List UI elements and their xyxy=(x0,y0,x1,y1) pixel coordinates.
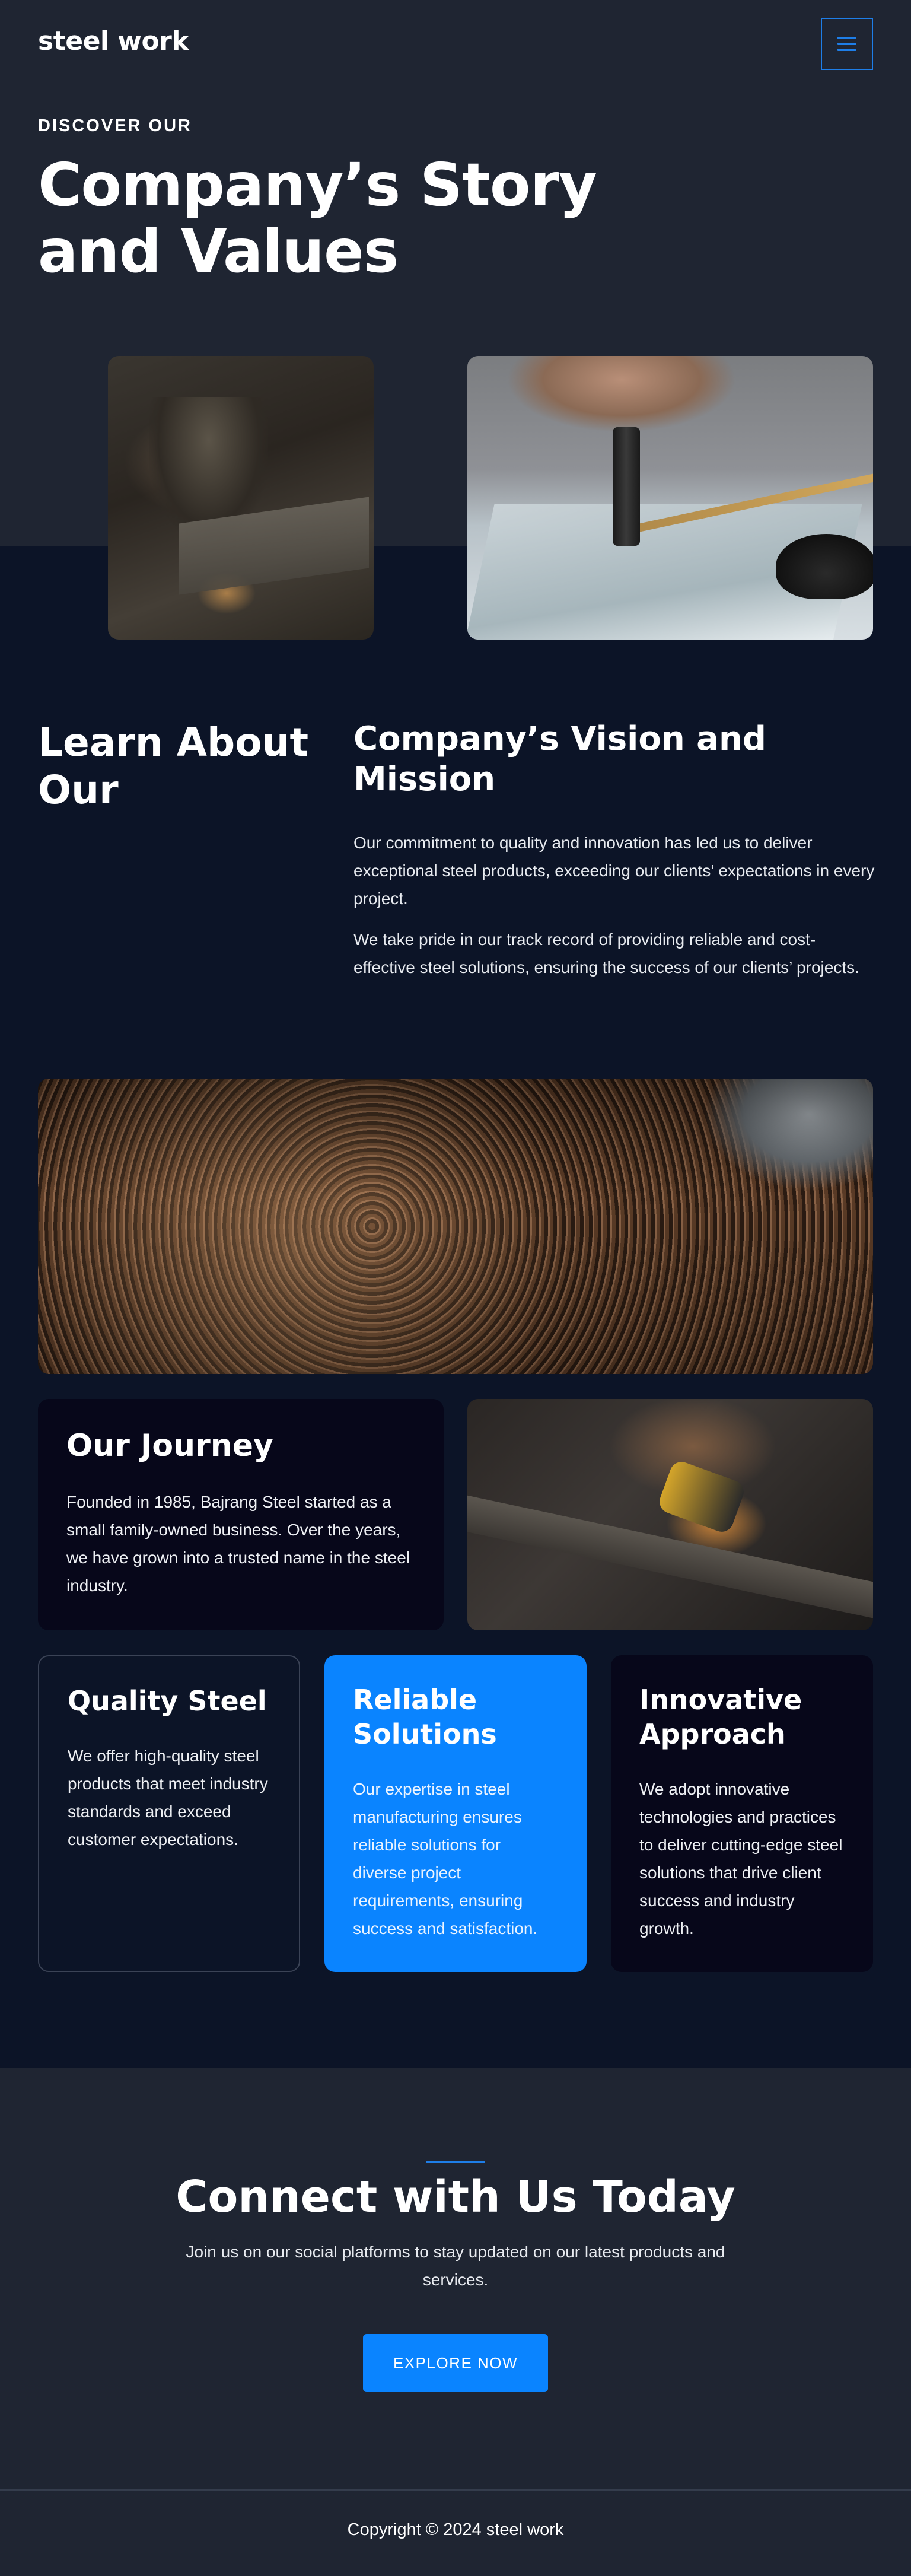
hero-eyebrow: DISCOVER OUR xyxy=(38,116,192,135)
site-logo[interactable]: steel work xyxy=(38,26,189,56)
connect-section: Connect with Us Today Join us on our soc… xyxy=(0,2068,911,2489)
welder-photo xyxy=(108,356,374,640)
journey-title: Our Journey xyxy=(66,1428,273,1464)
coffee-beans-banner-photo xyxy=(38,1079,873,1374)
feature-card-reliable: Reliable Solutions Our expertise in stee… xyxy=(324,1655,587,1972)
section-divider xyxy=(426,2161,485,2163)
explore-now-button[interactable]: EXPLORE NOW xyxy=(363,2334,548,2392)
feature-text: We offer high-quality steel products tha… xyxy=(68,1747,268,1849)
feature-card-innovative: Innovative Approach We adopt innovative … xyxy=(611,1655,873,1972)
connect-heading: Connect with Us Today xyxy=(176,2171,735,2222)
journey-text: Founded in 1985, Bajrang Steel started a… xyxy=(66,1493,410,1595)
feature-text: Our expertise in steel manufacturing ens… xyxy=(353,1780,538,1938)
page-title: Company’s Story and Values xyxy=(38,150,597,286)
feature-text: We adopt innovative technologies and pra… xyxy=(639,1780,843,1938)
feature-title: Innovative Approach xyxy=(639,1684,802,1750)
glass-cutter-photo xyxy=(467,356,873,640)
copyright-text: Copyright © 2024 steel work xyxy=(347,2520,564,2539)
feature-title: Reliable Solutions xyxy=(353,1684,497,1750)
vision-paragraph: We take pride in our track record of pro… xyxy=(353,930,859,977)
vision-mission-heading: Company’s Vision and Mission xyxy=(353,720,766,799)
feature-title: Quality Steel xyxy=(68,1685,267,1717)
hamburger-menu-icon xyxy=(837,37,856,51)
footer: Copyright © 2024 steel work xyxy=(0,2489,911,2576)
vision-paragraph: Our commitment to quality and innovation… xyxy=(353,834,875,908)
journey-card: Our Journey Founded in 1985, Bajrang Ste… xyxy=(38,1399,444,1630)
angle-grinder-photo xyxy=(467,1399,873,1630)
menu-button[interactable] xyxy=(821,18,873,70)
learn-about-heading: Learn About Our xyxy=(38,720,309,813)
feature-card-quality: Quality Steel We offer high-quality stee… xyxy=(38,1655,300,1972)
connect-subtitle: Join us on our social platforms to stay … xyxy=(186,2243,725,2289)
